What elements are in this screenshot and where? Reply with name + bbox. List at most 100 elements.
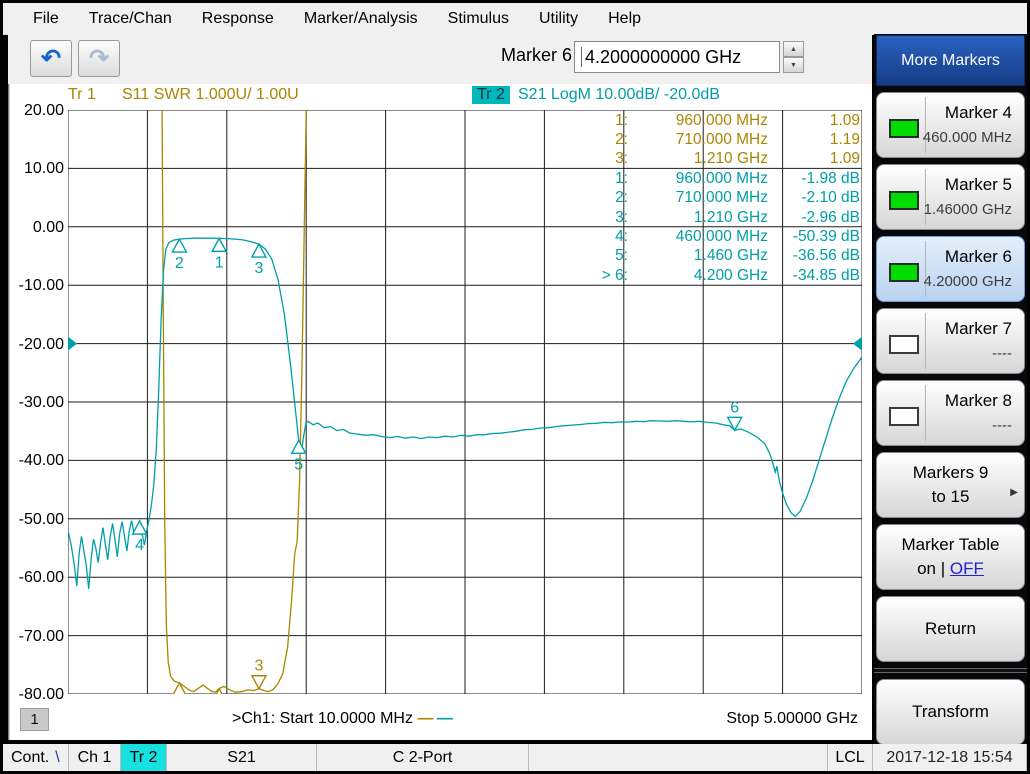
menu-help[interactable]: Help <box>593 3 656 34</box>
trace2-tag-active[interactable]: Tr 2 <box>472 86 510 104</box>
y-tick-label: -20.00 <box>10 336 64 354</box>
marker-table-separator: | <box>936 559 950 578</box>
marker-table-off-option[interactable]: OFF <box>950 559 984 578</box>
start-frequency-text: >Ch1: Start 10.0000 MHz <box>232 710 413 727</box>
markers-9-label-line2: to 15 <box>932 485 970 509</box>
down-arrow-icon: ▼ <box>790 62 797 69</box>
marker-number: 2: <box>588 189 628 207</box>
marker-frequency: 710.000 MHz <box>628 131 768 149</box>
menu-response[interactable]: Response <box>187 3 289 34</box>
marker-frequency-value: 4.2000000000 GHz <box>585 47 741 68</box>
menu-marker-analysis[interactable]: Marker/Analysis <box>289 3 433 34</box>
return-button[interactable]: Return <box>876 596 1025 662</box>
marker-frequency: 960.000 MHz <box>628 112 768 130</box>
text-cursor <box>581 47 582 67</box>
more-markers-label: More Markers <box>901 52 1000 70</box>
vna-application-window: File Trace/Chan Response Marker/Analysis… <box>0 0 1030 774</box>
stepper-down-button[interactable]: ▼ <box>783 57 804 73</box>
svg-text:2: 2 <box>175 255 184 272</box>
readout-row-tr2-m2: 2:710.000 MHz-2.10 dB <box>588 189 860 208</box>
readout-row-tr1-m1: 1:960.000 MHz1.09 <box>588 111 860 130</box>
redo-button[interactable]: ↷ <box>78 40 120 77</box>
menu-file[interactable]: File <box>3 3 74 34</box>
marker-value: 1.09 <box>768 150 860 168</box>
trace-status-header: Tr 1 S11 SWR 1.000U/ 1.00U Tr 2 S21 LogM… <box>10 86 872 108</box>
marker-table-state: on | OFF <box>917 557 984 581</box>
marker-6-value: 4.20000 GHz <box>924 273 1012 290</box>
marker-4-button[interactable]: Marker 4 460.000 MHz <box>876 92 1025 158</box>
measurement-segment[interactable]: S21 <box>167 744 317 771</box>
marker-4-value: 460.000 MHz <box>923 129 1012 146</box>
trace2-measurement-label[interactable]: S21 LogM 10.00dB/ -20.0dB <box>518 86 720 104</box>
local-mode-label: LCL <box>835 749 864 767</box>
marker-7-led-off <box>889 335 919 354</box>
button-divider <box>925 385 926 441</box>
y-tick-label: -70.00 <box>10 628 64 646</box>
marker-frequency: 1.210 GHz <box>628 150 768 168</box>
trace1-measurement-label[interactable]: S11 SWR 1.000U/ 1.00U <box>122 86 299 104</box>
marker-table-label: Marker Table <box>902 533 1000 557</box>
markers-9-label-line1: Markers 9 <box>913 461 989 485</box>
marker-frequency: 1.460 GHz <box>628 247 768 265</box>
marker-8-button[interactable]: Marker 8 ---- <box>876 380 1025 446</box>
y-tick-label: -80.00 <box>10 686 64 704</box>
channel-number-box[interactable]: 1 <box>20 708 49 731</box>
menu-trace-chan[interactable]: Trace/Chan <box>74 3 187 34</box>
calibration-segment[interactable]: C 2-Port <box>317 744 529 771</box>
sweep-status-segment[interactable]: Cont.\ <box>3 744 69 771</box>
trace1-tag[interactable]: Tr 1 <box>68 86 96 104</box>
calibration-label: C 2-Port <box>393 749 453 767</box>
marker-8-label: Marker 8 <box>945 391 1012 411</box>
y-tick-label: -60.00 <box>10 569 64 587</box>
y-tick-label: -50.00 <box>10 511 64 529</box>
undo-button[interactable]: ↶ <box>30 40 72 77</box>
marker-4-led-on <box>889 119 919 138</box>
marker-frequency-input[interactable]: 4.2000000000 GHz <box>574 41 780 73</box>
marker-table-toggle-button[interactable]: Marker Table on | OFF <box>876 524 1025 590</box>
readout-row-tr2-m4: 4:460.000 MHz-50.39 dB <box>588 227 860 246</box>
marker-8-led-off <box>889 407 919 426</box>
readout-row-tr2-m1: 1:960.000 MHz-1.98 dB <box>588 169 860 188</box>
marker-5-label: Marker 5 <box>945 175 1012 195</box>
sweep-start-label: >Ch1: Start 10.0000 MHz — — <box>232 710 452 728</box>
y-tick-label: -30.00 <box>10 394 64 412</box>
local-remote-segment[interactable]: LCL <box>827 744 873 771</box>
marker-value: -2.96 dB <box>768 209 860 227</box>
readout-row-tr1-m3: 3:1.210 GHz1.09 <box>588 150 860 169</box>
marker-number: 3: <box>588 150 628 168</box>
menu-stimulus[interactable]: Stimulus <box>433 3 524 34</box>
active-trace-label: Tr 2 <box>130 749 158 767</box>
softkey-sidebar: More Markers Marker 4 460.000 MHz Marker… <box>874 34 1027 746</box>
marker-value: -34.85 dB <box>768 267 860 285</box>
marker-number: 2: <box>588 131 628 149</box>
channel-segment[interactable]: Ch 1 <box>69 744 121 771</box>
marker-4-label: Marker 4 <box>945 103 1012 123</box>
stepper-up-button[interactable]: ▲ <box>783 41 804 57</box>
marker-readout-table: 1:960.000 MHz1.09 2:710.000 MHz1.19 3:1.… <box>588 111 860 286</box>
marker-frequency: 460.000 MHz <box>628 228 768 246</box>
active-trace-segment[interactable]: Tr 2 <box>121 744 167 771</box>
status-bar: Cont.\ Ch 1 Tr 2 S21 C 2-Port LCL 2017-1… <box>3 744 1027 771</box>
continuous-sweep-label: Cont. <box>11 749 49 767</box>
marker-value: -36.56 dB <box>768 247 860 265</box>
frequency-stepper: ▲ ▼ <box>783 41 804 73</box>
marker-6-button-selected[interactable]: Marker 6 4.20000 GHz <box>876 236 1025 302</box>
softkey-separator <box>874 668 1027 673</box>
menu-utility[interactable]: Utility <box>524 3 593 34</box>
transform-label: Transform <box>912 700 989 724</box>
y-tick-label: 0.00 <box>10 219 64 237</box>
svg-text:3: 3 <box>254 260 263 277</box>
marker-8-value: ---- <box>992 417 1012 434</box>
marker-7-button[interactable]: Marker 7 ---- <box>876 308 1025 374</box>
markers-9-to-15-button[interactable]: Markers 9 to 15 ▶ <box>876 452 1025 518</box>
marker-number: 5: <box>588 247 628 265</box>
marker-value: -1.98 dB <box>768 170 860 188</box>
more-markers-button[interactable]: More Markers <box>876 35 1025 86</box>
marker-number: 1: <box>588 112 628 130</box>
marker-7-value: ---- <box>992 345 1012 362</box>
transform-button[interactable]: Transform <box>876 679 1025 745</box>
marker-number: 1: <box>588 170 628 188</box>
marker-5-button[interactable]: Marker 5 1.46000 GHz <box>876 164 1025 230</box>
marker-5-led-on <box>889 191 919 210</box>
marker-value: 1.09 <box>768 112 860 130</box>
